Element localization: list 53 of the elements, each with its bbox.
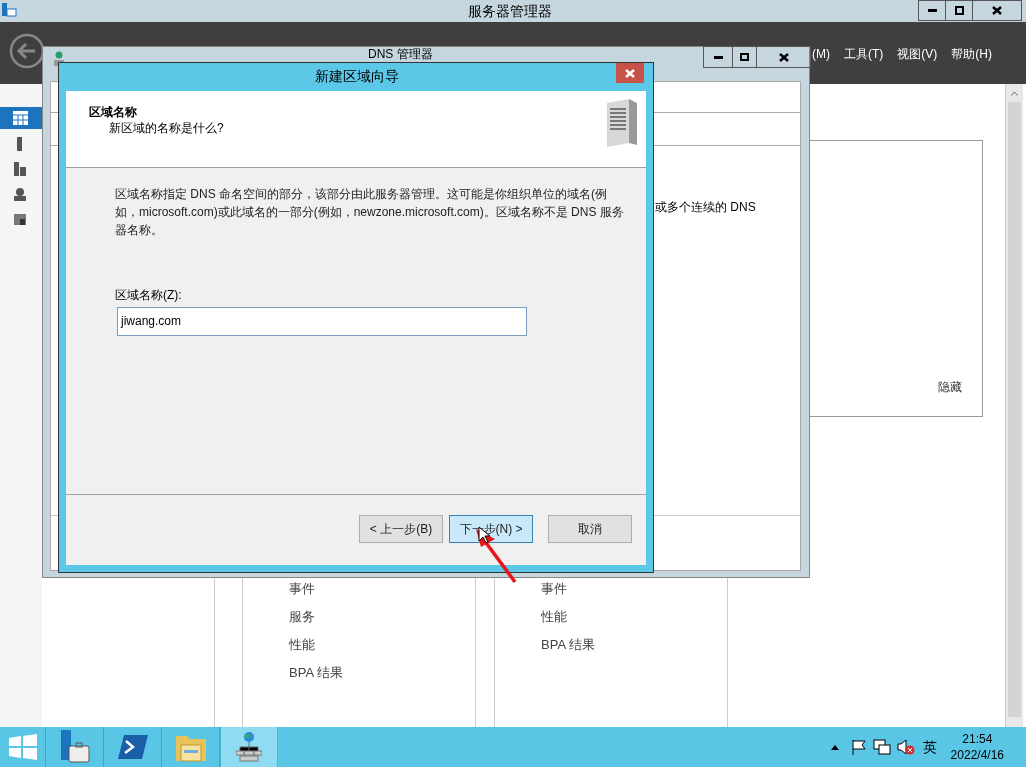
window-title: DNS 管理器 — [368, 47, 433, 61]
server-manager-icon — [1, 2, 17, 18]
panel-item[interactable]: 服务 — [289, 608, 475, 626]
network-icon[interactable] — [872, 739, 891, 755]
dns-server-icon[interactable] — [13, 187, 27, 201]
field-label: 区域名称(Z): — [115, 288, 182, 302]
windows-logo-icon — [8, 734, 37, 760]
menu-item[interactable]: 帮助(H) — [951, 45, 992, 63]
minimize-button[interactable] — [918, 0, 946, 21]
restore-button[interactable] — [946, 0, 973, 21]
volume-muted-icon[interactable] — [896, 739, 915, 755]
zone-name-field[interactable]: jiwang.com — [117, 307, 527, 336]
grid-icon — [13, 111, 28, 125]
window-title: 服务器管理器 — [467, 2, 553, 20]
sidebar-item[interactable] — [0, 107, 42, 129]
clock-time: 21:54 — [962, 731, 993, 747]
wizard-description: 区域名称指定 DNS 命名空间的部分，该部分由此服务器管理。这可能是你组织单位的域名(例如，microsoft.com)或此域名的一部分(例如，newzone.microsoft.com)。区域名称不是 DNS 服务器名称。 — [115, 186, 625, 239]
console-text: 或多个连续的 DNS — [655, 199, 756, 216]
folder-icon[interactable] — [13, 212, 27, 226]
show-hidden-icons-icon[interactable] — [830, 744, 839, 750]
menu-item[interactable]: 工具(T) — [844, 45, 884, 63]
flag-icon[interactable] — [850, 739, 867, 755]
hide-link[interactable]: 隐藏 — [938, 378, 962, 396]
back-button[interactable] — [9, 33, 45, 69]
server-manager-icon — [58, 730, 91, 764]
close-button[interactable] — [973, 0, 1022, 21]
menu-item[interactable]: 视图(V) — [897, 45, 938, 63]
dialog-title: 新建区域向导 — [314, 67, 400, 85]
network-hierarchy-icon — [236, 732, 262, 762]
panel-item[interactable]: 性能 — [541, 608, 727, 626]
panel-item[interactable]: BPA 结果 — [289, 664, 475, 682]
panel-item[interactable]: BPA 结果 — [541, 636, 727, 654]
powershell-icon — [117, 735, 148, 759]
wizard-subheading: 新区域的名称是什么? — [108, 120, 224, 136]
scroll-up-icon[interactable] — [1011, 91, 1018, 96]
panel-item[interactable]: 事件 — [541, 580, 727, 598]
clock[interactable]: 21:54 2022/4/16 — [950, 731, 1004, 763]
close-icon — [778, 52, 789, 62]
maximize-button[interactable] — [733, 46, 757, 68]
taskbar-button[interactable] — [220, 727, 278, 767]
close-icon — [625, 68, 635, 78]
panel-item[interactable]: 性能 — [289, 636, 475, 654]
clock-date: 2022/4/16 — [950, 747, 1004, 763]
minimize-button[interactable] — [703, 46, 733, 68]
panel-item[interactable]: 事件 — [289, 580, 475, 598]
wizard-heading: 区域名称 — [89, 104, 137, 120]
menu-item[interactable]: (M) — [812, 45, 830, 63]
close-button[interactable] — [757, 46, 811, 68]
wizard-button[interactable]: < 上一步(B) — [359, 515, 443, 543]
wizard-button[interactable]: 取消 — [548, 515, 632, 543]
servers-icon[interactable] — [13, 162, 27, 176]
language-indicator[interactable]: 英 — [922, 736, 937, 758]
close-icon — [992, 6, 1002, 15]
